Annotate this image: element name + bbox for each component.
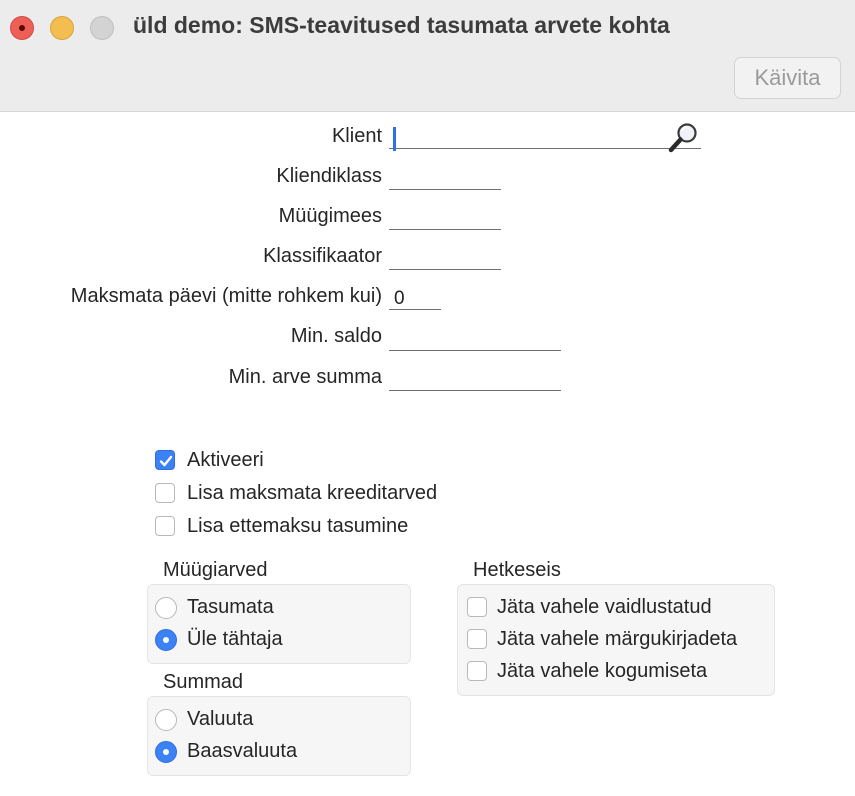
min-invoice-sum-input[interactable] (389, 367, 561, 391)
unpaid-days-label: Maksmata päevi (mitte rohkem kui) (70, 285, 382, 307)
overdue-radio[interactable] (155, 629, 177, 651)
classifier-input[interactable] (389, 246, 501, 270)
activate-label: Aktiveeri (187, 449, 264, 471)
salesman-label: Müügimees (278, 205, 382, 227)
search-icon[interactable] (667, 121, 701, 155)
skip-no-collection-label: Jäta vahele kogumiseta (497, 660, 708, 682)
status-group-title: Hetkeseis (473, 559, 561, 581)
unpaid-days-input[interactable]: 0 (389, 286, 441, 310)
unpaid-label: Tasumata (187, 596, 274, 618)
title-bar: üld demo: SMS-teavitused tasumata arvete… (0, 0, 855, 112)
skip-no-reminders-checkbox[interactable] (467, 629, 487, 649)
currency-radio[interactable] (155, 709, 177, 731)
skip-no-collection-checkbox[interactable] (467, 661, 487, 681)
report-window: üld demo: SMS-teavitused tasumata arvete… (0, 0, 855, 796)
sales-invoices-group-title: Müügiarved (163, 559, 268, 581)
client-class-label: Kliendiklass (276, 165, 382, 187)
add-credit-invoices-checkbox[interactable] (155, 483, 175, 503)
min-balance-label: Min. saldo (290, 325, 382, 347)
min-balance-input[interactable] (389, 327, 561, 351)
salesman-input[interactable] (389, 206, 501, 230)
client-class-input[interactable] (389, 166, 501, 190)
min-invoice-sum-label: Min. arve summa (228, 366, 382, 388)
base-currency-label: Baasvaluuta (187, 740, 298, 762)
run-button[interactable]: Käivita (734, 57, 841, 99)
zoom-window-button[interactable] (90, 16, 114, 40)
minimize-window-button[interactable] (50, 16, 74, 40)
skip-disputed-label: Jäta vahele vaidlustatud (497, 596, 712, 618)
skip-no-reminders-label: Jäta vahele märgukirjadeta (497, 628, 738, 650)
client-input[interactable] (389, 123, 701, 153)
sums-group-title: Summad (163, 671, 244, 693)
checkmark-icon (159, 455, 173, 467)
currency-label: Valuuta (187, 708, 254, 730)
client-label: Klient (331, 125, 382, 147)
add-prepayment-label: Lisa ettemaksu tasumine (187, 515, 409, 537)
skip-disputed-checkbox[interactable] (467, 597, 487, 617)
classifier-label: Klassifikaator (263, 245, 382, 267)
close-window-button[interactable] (10, 16, 34, 40)
window-title: üld demo: SMS-teavitused tasumata arvete… (133, 12, 670, 38)
add-credit-invoices-label: Lisa maksmata kreeditarved (187, 482, 438, 504)
activate-checkbox[interactable] (155, 450, 175, 470)
unpaid-radio[interactable] (155, 597, 177, 619)
text-cursor (393, 127, 396, 151)
add-prepayment-checkbox[interactable] (155, 516, 175, 536)
base-currency-radio[interactable] (155, 741, 177, 763)
overdue-label: Üle tähtaja (187, 628, 283, 650)
